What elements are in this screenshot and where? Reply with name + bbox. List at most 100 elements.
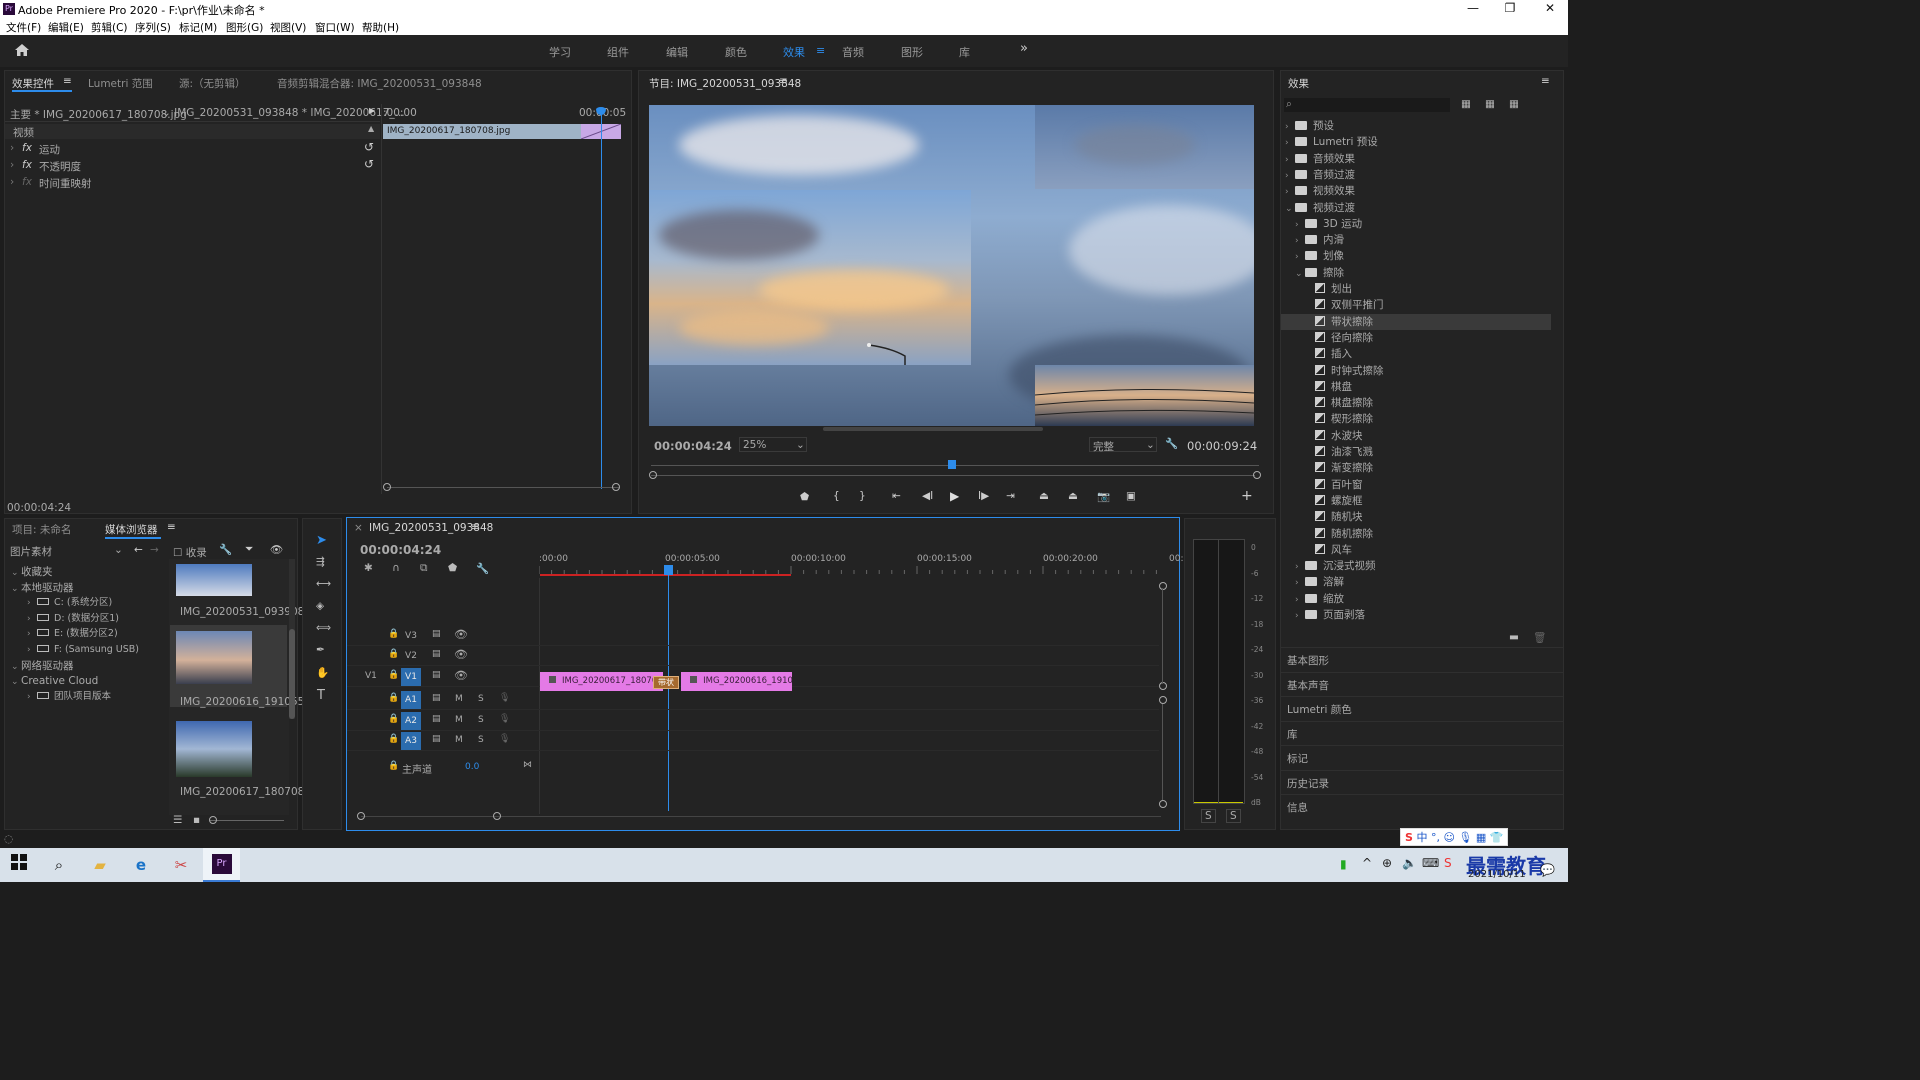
windows-start-icon[interactable] <box>8 854 30 876</box>
collapsed-panel-6[interactable]: 信息 <box>1281 794 1563 817</box>
show-hidden-icons[interactable]: ^ <box>1362 856 1372 870</box>
track-v3[interactable]: 🔒 V3 ▤ 👁 <box>347 626 1159 646</box>
linked-selection-icon[interactable]: ⧉ <box>420 562 428 575</box>
workspace-assembly[interactable]: 组件 <box>607 44 629 60</box>
chevron-down-icon[interactable]: ⌄ <box>11 674 21 690</box>
effect-item[interactable]: 插入 <box>1281 346 1551 362</box>
mic-icon[interactable]: 🎙 <box>499 714 510 724</box>
chevron-right-icon[interactable]: › <box>27 689 37 705</box>
notification-icon[interactable]: 💬 <box>1540 863 1555 877</box>
comparison-view-icon[interactable]: ▣ <box>1126 490 1136 502</box>
sync-lock-icon[interactable]: ▤ <box>432 670 441 680</box>
master-volume-value[interactable]: 0.0 <box>465 762 479 772</box>
volume-icon[interactable]: 🔈 <box>1402 856 1417 870</box>
tab-project[interactable]: 项目: 未命名 <box>12 522 71 537</box>
effect-folder[interactable]: › 页面剥落 <box>1281 607 1551 623</box>
mark-out-icon[interactable]: } <box>859 490 866 502</box>
search-icon[interactable]: ⌕ <box>48 854 70 876</box>
menu-help[interactable]: 帮助(H) <box>362 20 399 35</box>
eye-icon[interactable]: 👁 <box>454 628 468 641</box>
solo-left-button[interactable]: S <box>1201 809 1216 823</box>
chevron-right-icon[interactable]: › <box>27 611 37 627</box>
effect-folder[interactable]: ⌄ 擦除 <box>1281 265 1551 281</box>
lock-icon[interactable]: 🔒 <box>388 670 399 680</box>
tab-lumetri-scopes[interactable]: Lumetri 范围 <box>88 76 153 91</box>
add-marker-icon[interactable]: ⬟ <box>800 491 809 503</box>
chevron-right-icon[interactable]: › <box>27 595 37 611</box>
nest-icon[interactable]: ✱ <box>364 562 373 574</box>
menu-window[interactable]: 窗口(W) <box>315 20 355 35</box>
media-tree-item[interactable]: › 团队项目版本 <box>5 689 167 705</box>
effect-item[interactable]: 油漆飞溅 <box>1281 444 1551 460</box>
sync-lock-icon[interactable]: ▤ <box>432 734 441 744</box>
track-target-button[interactable]: A3 <box>401 732 421 750</box>
accelerated-effects-icon[interactable]: ▦ <box>1461 98 1471 110</box>
transition-band-wipe[interactable]: 带状 <box>653 676 679 689</box>
track-select-tool-icon[interactable]: ⇶ <box>316 556 325 568</box>
step-back-icon[interactable]: ◀I <box>922 490 933 502</box>
timeline-settings-icon[interactable]: 🔧 <box>476 562 489 575</box>
media-browser-menu-icon[interactable]: ≡ <box>167 521 176 533</box>
workspace-audio[interactable]: 音频 <box>842 44 864 60</box>
workspace-effects[interactable]: 效果 <box>783 44 805 60</box>
sync-lock-icon[interactable]: ▤ <box>432 714 441 724</box>
effect-item[interactable]: 带状擦除 <box>1281 313 1551 330</box>
play-icon[interactable]: ▶ <box>950 489 959 503</box>
workspace-libraries[interactable]: 库 <box>959 44 970 60</box>
ime-toolbar[interactable]: S 中 °, ☺ 🎙 ▦ 👕 <box>1400 828 1509 846</box>
program-video-frame[interactable] <box>649 105 1254 426</box>
prop-time-remap[interactable]: 时间重映射 <box>39 176 92 191</box>
effect-folder[interactable]: › Lumetri 预设 <box>1281 134 1551 150</box>
prop-motion[interactable]: 运动 <box>39 142 60 157</box>
program-playhead[interactable] <box>948 460 956 469</box>
extract-icon[interactable]: ⏏ <box>1068 490 1078 502</box>
media-tree-item[interactable]: › E: (数据分区2) <box>5 626 167 642</box>
media-tree-item[interactable]: › C: (系统分区) <box>5 595 167 611</box>
expand-right-icon[interactable]: ▶ <box>369 106 375 115</box>
delete-icon[interactable]: 🗑 <box>1533 631 1546 644</box>
effects-menu-icon[interactable]: ≡ <box>1541 75 1550 87</box>
ripple-edit-tool-icon[interactable]: ⟷ <box>316 578 331 590</box>
tab-source[interactable]: 源:（无剪辑） <box>179 76 246 91</box>
file-explorer-icon[interactable]: ▰ <box>89 854 111 876</box>
export-frame-icon[interactable]: 📷 <box>1097 490 1110 503</box>
workspace-graphics[interactable]: 图形 <box>901 44 923 60</box>
effect-item[interactable]: 双侧平推门 <box>1281 297 1551 313</box>
thumb-size-slider[interactable] <box>209 816 217 824</box>
button-editor-icon[interactable]: + <box>1241 488 1253 504</box>
chevron-right-icon[interactable]: › <box>27 642 37 658</box>
razor-tool-icon[interactable]: ◈ <box>316 600 324 612</box>
reset-motion-icon[interactable]: ↺ <box>364 140 374 154</box>
network-icon[interactable]: ⊕ <box>1382 856 1392 870</box>
effect-item[interactable]: 螺旋框 <box>1281 493 1551 509</box>
chevron-right-icon[interactable]: › <box>1285 119 1295 135</box>
timeline-playhead-head[interactable] <box>664 565 673 575</box>
track-target-button[interactable]: V2 <box>401 647 421 665</box>
tab-media-browser[interactable]: 媒体浏览器 <box>105 522 158 537</box>
collapsed-panel-1[interactable]: 基本声音 <box>1281 671 1563 695</box>
track-target-button[interactable]: A2 <box>401 712 421 730</box>
solo-button[interactable]: S <box>478 694 484 704</box>
prop-opacity[interactable]: 不透明度 <box>39 159 81 174</box>
chevron-right-icon[interactable]: › <box>1285 135 1295 151</box>
chevron-right-icon[interactable]: › <box>1295 233 1305 249</box>
workspace-more-icon[interactable]: » <box>1020 41 1028 56</box>
chevron-right-icon[interactable]: › <box>27 626 37 642</box>
input-indicator-icon[interactable]: ⌨ <box>1422 856 1439 870</box>
track-a3[interactable]: 🔒 A3 ▤ M S 🎙 <box>347 731 1159 751</box>
timeline-clip[interactable]: IMG_20200617_180708.j <box>540 672 664 691</box>
menu-edit[interactable]: 编辑(E) <box>48 20 84 35</box>
filter-icon[interactable]: ⏷ <box>245 543 253 556</box>
effect-item[interactable]: 风车 <box>1281 542 1551 558</box>
source-patch[interactable]: V1 <box>365 671 377 681</box>
sync-lock-icon[interactable]: ▤ <box>432 649 441 659</box>
collapsed-panel-0[interactable]: 基本图形 <box>1281 647 1563 670</box>
lock-icon[interactable]: 🔒 <box>388 649 399 659</box>
32bit-effects-icon[interactable]: ▦ <box>1485 98 1495 110</box>
wrench-icon[interactable]: 🔧 <box>1165 437 1178 450</box>
list-view-icon[interactable]: ☰ <box>173 814 182 826</box>
media-thumb[interactable] <box>176 721 252 777</box>
workspace-color[interactable]: 颜色 <box>725 44 747 60</box>
mute-button[interactable]: M <box>455 735 463 745</box>
step-forward-icon[interactable]: I▶ <box>978 490 989 502</box>
